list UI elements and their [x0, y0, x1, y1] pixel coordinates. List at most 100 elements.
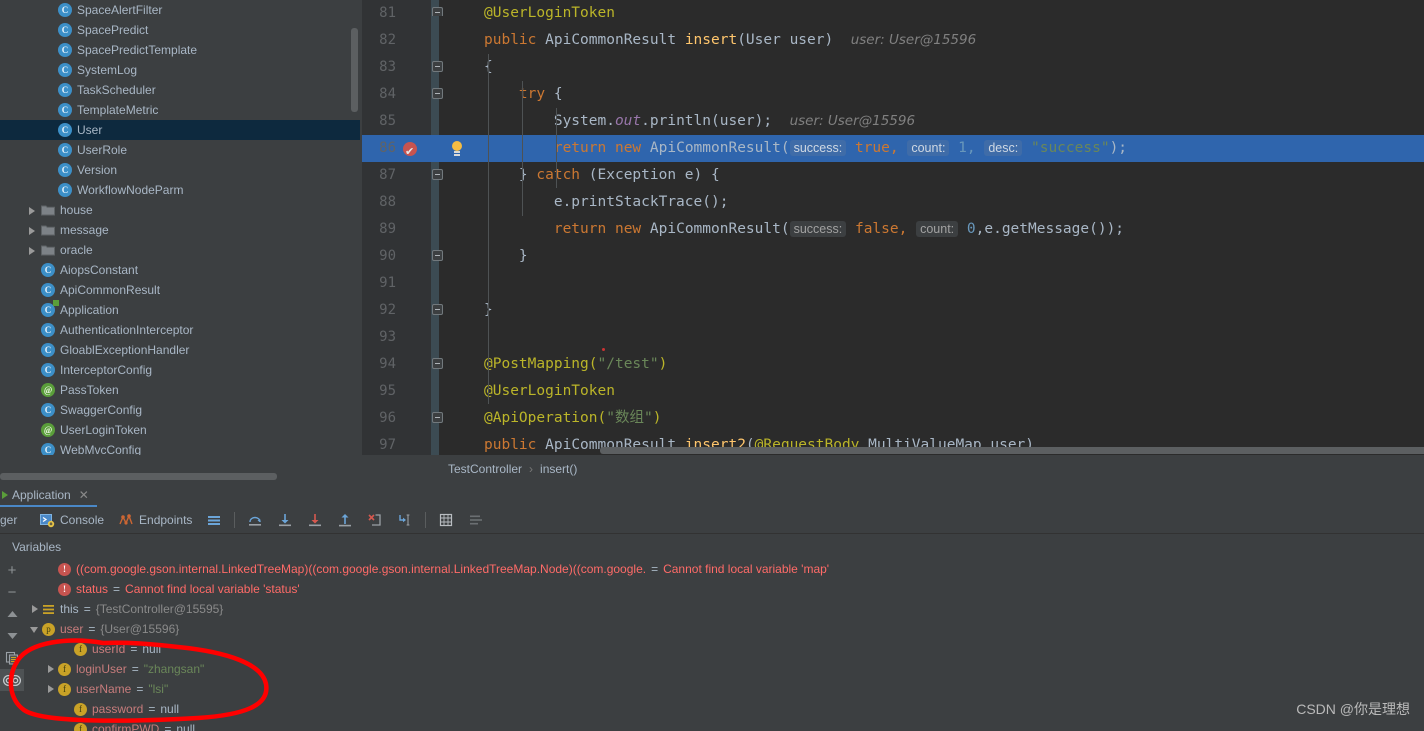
tree-row[interactable]: message	[0, 220, 360, 240]
settings-icon	[468, 512, 484, 528]
tree-row[interactable]: C InterceptorConfig	[0, 360, 360, 380]
code-line[interactable]: 82 public ApiCommonResult insert(User use…	[362, 27, 1424, 54]
move-up-icon[interactable]	[0, 603, 24, 625]
variable-row[interactable]: this = {TestController@15595}	[24, 599, 1424, 619]
tree-row[interactable]: C SpacePredictTemplate	[0, 40, 360, 60]
step-out-button[interactable]	[330, 507, 360, 534]
fold-marker-icon[interactable]	[432, 304, 443, 315]
chevron-right-icon[interactable]	[44, 682, 58, 696]
code-editor[interactable]: 81 @UserLoginToken 82 public ApiCommonResul…	[362, 0, 1424, 455]
code-line[interactable]: 92}	[362, 297, 1424, 324]
tree-row[interactable]: C SystemLog	[0, 60, 360, 80]
tree-row[interactable]: house	[0, 200, 360, 220]
variables-tree[interactable]: ! ((com.google.gson.internal.LinkedTreeMa…	[24, 559, 1424, 731]
variable-row[interactable]: f confirmPWD = null	[24, 719, 1424, 731]
mute-breakpoints-icon[interactable]	[0, 669, 24, 691]
frames-button[interactable]	[199, 507, 229, 534]
fold-marker-icon[interactable]	[432, 169, 443, 180]
project-tree-panel[interactable]: C SpaceAlertFilter C SpacePredict C SpacePred…	[0, 0, 360, 455]
fold-column[interactable]	[430, 243, 446, 270]
code-line[interactable]: 94 @PostMapping("/test")	[362, 351, 1424, 378]
tree-row[interactable]: C TaskScheduler	[0, 80, 360, 100]
tree-row[interactable]: C WorkflowNodeParm	[0, 180, 360, 200]
remove-watch-icon[interactable]: −	[0, 581, 24, 603]
tree-row[interactable]: C User	[0, 120, 360, 140]
tree-row[interactable]: C UserRole	[0, 140, 360, 160]
close-icon[interactable]: ✕	[79, 488, 89, 502]
chevron-down-icon[interactable]	[28, 622, 42, 636]
variables-side-toolbar[interactable]: + −	[0, 559, 24, 731]
lightbulb-intention-icon[interactable]	[450, 141, 464, 156]
tree-row[interactable]: C AiopsConstant	[0, 260, 360, 280]
fold-marker-icon[interactable]	[432, 88, 443, 99]
run-tool-window-tab-bar[interactable]: Application ✕	[0, 482, 1424, 507]
step-into-button[interactable]	[270, 507, 300, 534]
fold-column[interactable]	[430, 405, 446, 432]
step-over-button[interactable]	[240, 507, 270, 534]
chevron-right-icon[interactable]	[28, 602, 42, 616]
code-line[interactable]: 93	[362, 324, 1424, 351]
run-to-cursor-button[interactable]	[390, 507, 420, 534]
breakpoint-icon[interactable]	[403, 138, 417, 165]
variable-row[interactable]: f userId = null	[24, 639, 1424, 659]
chevron-right-icon[interactable]	[44, 662, 58, 676]
breadcrumb-method[interactable]: insert()	[540, 462, 577, 476]
tree-row[interactable]: oracle	[0, 240, 360, 260]
tree-row[interactable]: C TemplateMetric	[0, 100, 360, 120]
code-line[interactable]: 81 @UserLoginToken	[362, 0, 1424, 27]
code-line[interactable]: 83{	[362, 54, 1424, 81]
variable-row[interactable]: f password = null	[24, 699, 1424, 719]
tree-row[interactable]: C Application	[0, 300, 360, 320]
copy-icon[interactable]	[0, 647, 24, 669]
tree-row[interactable]: C Version	[0, 160, 360, 180]
variable-row[interactable]: ! ((com.google.gson.internal.LinkedTreeMa…	[24, 559, 1424, 579]
code-line[interactable]: 91	[362, 270, 1424, 297]
fold-column[interactable]	[430, 351, 446, 378]
move-down-icon[interactable]	[0, 625, 24, 647]
fold-marker-icon[interactable]	[432, 7, 443, 16]
tab-console[interactable]: Console	[32, 507, 111, 534]
fold-column[interactable]	[430, 297, 446, 324]
fold-column[interactable]	[430, 0, 446, 27]
debugger-toolbar[interactable]: ger Console Endpoints	[0, 507, 1424, 534]
tab-debugger-label: ger	[0, 513, 18, 527]
tab-debugger[interactable]: ger	[0, 507, 32, 534]
fold-column[interactable]	[430, 162, 446, 189]
force-step-into-button[interactable]	[300, 507, 330, 534]
tree-row[interactable]: C WebMvcConfig	[0, 440, 360, 455]
editor-horizontal-scrollbar[interactable]	[600, 447, 1424, 454]
code-line[interactable]: 96 @ApiOperation("数组")	[362, 405, 1424, 432]
tree-row[interactable]: C AuthenticationInterceptor	[0, 320, 360, 340]
drop-frame-button[interactable]	[360, 507, 390, 534]
tree-row[interactable]: @ PassToken	[0, 380, 360, 400]
settings-button[interactable]	[461, 507, 491, 534]
fold-marker-icon[interactable]	[432, 61, 443, 72]
fold-column[interactable]	[430, 54, 446, 81]
fold-marker-icon[interactable]	[432, 358, 443, 369]
tab-endpoints[interactable]: Endpoints	[111, 507, 199, 534]
breadcrumb-class[interactable]: TestController	[448, 462, 522, 476]
project-tree-horizontal-scrollbar[interactable]	[0, 473, 277, 480]
evaluate-expression-button[interactable]	[431, 507, 461, 534]
variable-row[interactable]: ! status = Cannot find local variable 'stat…	[24, 579, 1424, 599]
variable-row[interactable]: f loginUser = "zhangsan"	[24, 659, 1424, 679]
project-tree-vertical-scrollbar[interactable]	[351, 28, 358, 112]
fold-marker-icon[interactable]	[432, 250, 443, 261]
fold-column[interactable]	[430, 81, 446, 108]
tree-row[interactable]: C ApiCommonResult	[0, 280, 360, 300]
breadcrumb[interactable]: TestController › insert()	[362, 456, 1424, 482]
tree-row[interactable]: C GloablExceptionHandler	[0, 340, 360, 360]
add-watch-icon[interactable]: +	[0, 559, 24, 581]
tree-row[interactable]: @ UserLoginToken	[0, 420, 360, 440]
tree-row[interactable]: C SpacePredict	[0, 20, 360, 40]
variable-row[interactable]: p user = {User@15596}	[24, 619, 1424, 639]
code-line[interactable]: 95 @UserLoginToken	[362, 378, 1424, 405]
code-line[interactable]: 89 return new ApiCommonResult(success: f…	[362, 216, 1424, 243]
variable-row[interactable]: f userName = "lsi"	[24, 679, 1424, 699]
runnable-class-icon: C	[41, 300, 59, 317]
tree-row[interactable]: C SwaggerConfig	[0, 400, 360, 420]
code-line[interactable]: 90 }	[362, 243, 1424, 270]
fold-marker-icon[interactable]	[432, 412, 443, 423]
tree-row[interactable]: C SpaceAlertFilter	[0, 0, 360, 20]
tab-application[interactable]: Application ✕	[0, 482, 97, 507]
